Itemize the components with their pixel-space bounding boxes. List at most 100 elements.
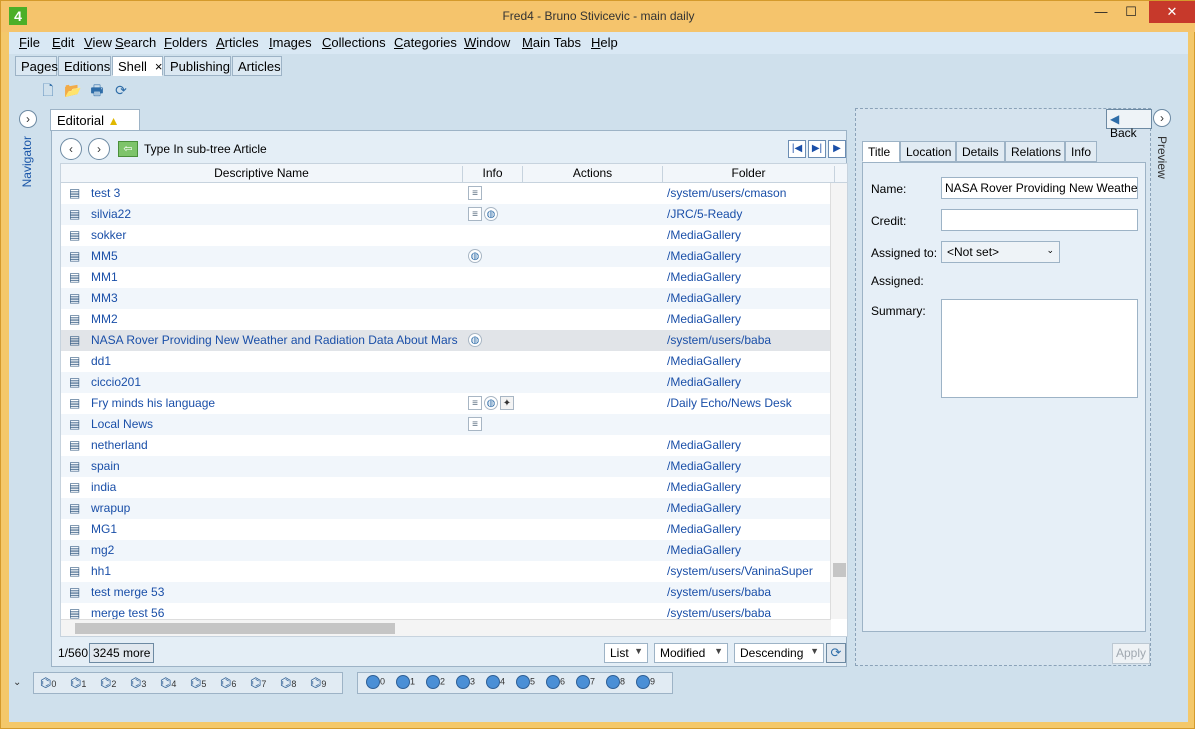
saved-view-6[interactable]: 6 <box>546 675 565 693</box>
tab-location[interactable]: Location <box>900 141 956 162</box>
view-mode-select[interactable]: List ▼ <box>604 643 648 663</box>
saved-search-8[interactable]: ⌬8 <box>280 675 296 693</box>
column-descriptive-name[interactable]: Descriptive Name <box>61 166 463 183</box>
minimize-button[interactable]: — <box>1086 1 1116 23</box>
saved-search-2[interactable]: ⌬2 <box>100 675 116 693</box>
forward-arrow-icon[interactable]: › <box>88 138 110 160</box>
table-row[interactable]: ▤ wrapup/MediaGallery <box>61 498 831 519</box>
back-button[interactable]: ◀ Back <box>1106 109 1152 140</box>
table-row[interactable]: ▤ NASA Rover Providing New Weather and Ra… <box>61 330 831 351</box>
saved-view-9[interactable]: 9 <box>636 675 655 693</box>
tab-details[interactable]: Details <box>956 141 1005 162</box>
article-folder[interactable]: /MediaGallery <box>667 270 741 284</box>
article-name[interactable]: NASA Rover Providing New Weather and Rad… <box>91 333 458 347</box>
menu-main-tabs[interactable]: Main Tabs <box>522 35 581 50</box>
menu-view[interactable]: View <box>84 35 112 50</box>
navigator-expand-button[interactable]: › <box>19 110 37 128</box>
article-name[interactable]: test 3 <box>91 186 120 200</box>
article-folder[interactable]: /MediaGallery <box>667 228 741 242</box>
table-row[interactable]: ▤ Fry minds his language ≡ ◍ ✦ /Daily Echo/Ne… <box>61 393 831 414</box>
maximize-button[interactable]: ☐ <box>1116 1 1146 23</box>
article-folder[interactable]: /MediaGallery <box>667 354 741 368</box>
tab-pages[interactable]: Pages <box>15 56 58 76</box>
menu-collections[interactable]: Collections <box>322 35 386 50</box>
table-row[interactable]: ▤ silvia22 ≡ ◍ /JRC/5-Ready <box>61 204 831 225</box>
navigator-label[interactable]: Navigator <box>20 136 34 187</box>
up-arrow-icon[interactable]: ⇦ <box>118 141 138 157</box>
article-name[interactable]: MM3 <box>91 291 118 305</box>
article-name[interactable]: MM1 <box>91 270 118 284</box>
article-name[interactable]: silvia22 <box>91 207 131 221</box>
tab-editorial[interactable]: Editorial ▲ × <box>50 109 140 143</box>
menu-edit[interactable]: Edit <box>52 35 74 50</box>
tab-shell[interactable]: Shell × <box>112 56 163 76</box>
tab-close-icon[interactable]: × <box>155 59 163 74</box>
article-name[interactable]: mg2 <box>91 543 114 557</box>
refresh-icon[interactable]: ⟳ <box>112 81 130 99</box>
saved-search-3[interactable]: ⌬3 <box>130 675 146 693</box>
column-folder[interactable]: Folder <box>663 166 835 183</box>
article-folder[interactable]: /Daily Echo/News Desk <box>667 396 792 410</box>
article-folder[interactable]: /MediaGallery <box>667 375 741 389</box>
saved-search-9[interactable]: ⌬9 <box>310 675 326 693</box>
tab-editions[interactable]: Editions <box>58 56 111 76</box>
article-name[interactable]: hh1 <box>91 564 111 578</box>
article-name[interactable]: wrapup <box>91 501 130 515</box>
preview-toggle[interactable]: › <box>1153 109 1171 127</box>
menu-help[interactable]: Help <box>591 35 618 50</box>
article-name[interactable]: india <box>91 480 116 494</box>
preview-label[interactable]: Preview <box>1155 136 1169 179</box>
table-row[interactable]: ▤ MM5 ◍ /MediaGallery <box>61 246 831 267</box>
table-row[interactable]: ▤ sokker/MediaGallery <box>61 225 831 246</box>
article-name[interactable]: dd1 <box>91 354 111 368</box>
open-folder-icon[interactable]: 📂 <box>64 81 82 99</box>
more-button[interactable]: 3245 more <box>89 643 155 663</box>
refresh-list-button[interactable]: ⟳ <box>826 643 846 663</box>
saved-view-4[interactable]: 4 <box>486 675 505 693</box>
preview-expand-icon[interactable]: › <box>1153 109 1171 127</box>
credit-field[interactable] <box>941 209 1138 231</box>
saved-view-1[interactable]: 1 <box>396 675 415 693</box>
table-row[interactable]: ▤ test merge 53/system/users/baba <box>61 582 831 603</box>
table-row[interactable]: ▤ MM2/MediaGallery <box>61 309 831 330</box>
table-row[interactable]: ▤ test 3 ≡ /system/users/cmason <box>61 183 831 204</box>
article-folder[interactable]: /system/users/baba <box>667 606 771 620</box>
summary-field[interactable] <box>941 299 1138 398</box>
article-name[interactable]: ciccio201 <box>91 375 141 389</box>
saved-view-7[interactable]: 7 <box>576 675 595 693</box>
apply-button[interactable]: Apply <box>1112 643 1150 664</box>
vertical-scrollbar[interactable] <box>830 183 847 619</box>
article-name[interactable]: Fry minds his language <box>91 396 215 410</box>
saved-view-3[interactable]: 3 <box>456 675 475 693</box>
menu-window[interactable]: Window <box>464 35 510 50</box>
menu-search[interactable]: Search <box>115 35 156 50</box>
article-folder[interactable]: /MediaGallery <box>667 522 741 536</box>
saved-view-0[interactable]: 0 <box>366 675 385 693</box>
table-row[interactable]: ▤ india/MediaGallery <box>61 477 831 498</box>
article-name[interactable]: sokker <box>91 228 126 242</box>
first-page-icon[interactable]: |◀ <box>788 140 806 158</box>
tab-articles[interactable]: Articles <box>232 56 282 76</box>
close-button[interactable]: ✕ <box>1149 1 1195 23</box>
sort-order-select[interactable]: Descending ▼ <box>734 643 824 663</box>
article-name[interactable]: merge test 56 <box>91 606 164 620</box>
last-page-icon[interactable]: ▶| <box>808 140 826 158</box>
article-folder[interactable]: /MediaGallery <box>667 501 741 515</box>
article-name[interactable]: test merge 53 <box>91 585 164 599</box>
article-folder[interactable]: /MediaGallery <box>667 438 741 452</box>
assigned-to-select[interactable]: <Not set> ⌄ <box>941 241 1060 263</box>
article-name[interactable]: MM2 <box>91 312 118 326</box>
print-icon[interactable]: 🖶 <box>88 81 106 99</box>
column-actions[interactable]: Actions <box>523 166 663 183</box>
table-row[interactable]: ▤ hh1/system/users/VaninaSuper <box>61 561 831 582</box>
vertical-scroll-thumb[interactable] <box>833 563 846 577</box>
article-name[interactable]: Local News <box>91 417 153 431</box>
tab-publishing[interactable]: Publishing <box>164 56 231 76</box>
saved-search-0[interactable]: ⌬0 <box>40 675 56 693</box>
table-row[interactable]: ▤ mg2/MediaGallery <box>61 540 831 561</box>
tab-title[interactable]: Title <box>862 141 900 162</box>
saved-search-7[interactable]: ⌬7 <box>250 675 266 693</box>
article-name[interactable]: spain <box>91 459 120 473</box>
article-folder[interactable]: /MediaGallery <box>667 291 741 305</box>
saved-view-2[interactable]: 2 <box>426 675 445 693</box>
